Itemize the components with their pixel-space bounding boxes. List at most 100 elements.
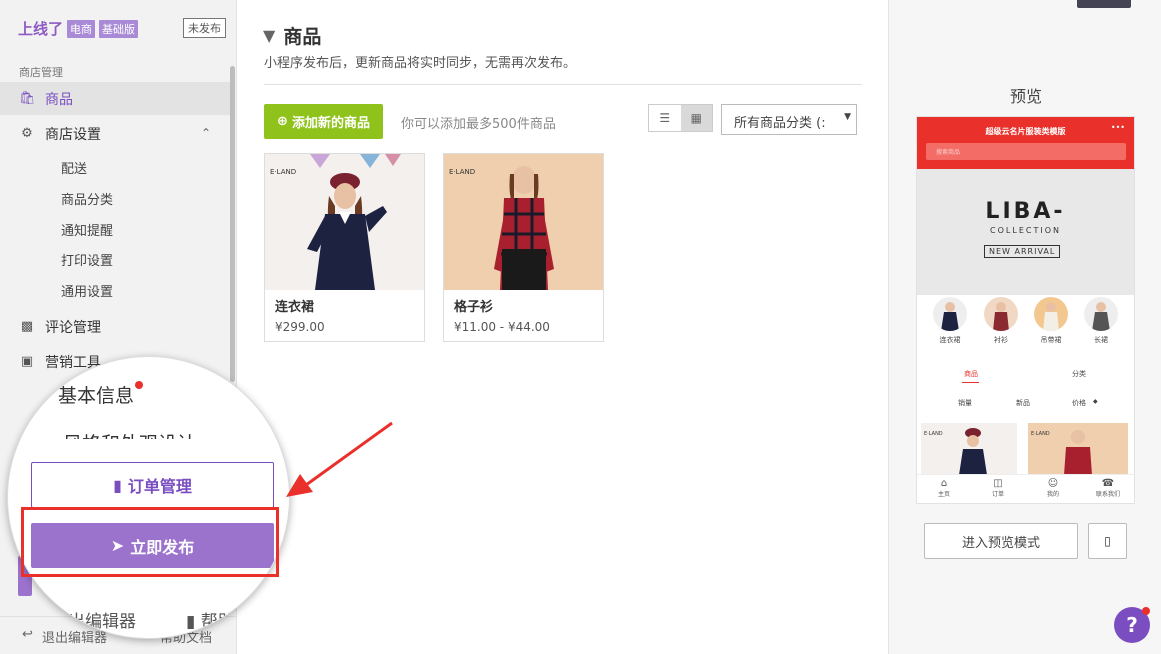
notification-dot bbox=[1142, 607, 1150, 615]
tag-icon: ▼ bbox=[263, 26, 276, 45]
category-select[interactable]: 所有商品分类 (: ▼ bbox=[721, 104, 857, 135]
divider bbox=[264, 84, 862, 85]
user-icon: ☺ bbox=[1047, 478, 1059, 489]
phone-icon: ☎ bbox=[1101, 478, 1115, 489]
phone-category-label: 长裙 bbox=[1094, 336, 1108, 344]
brand-name: 上线了 bbox=[18, 20, 64, 38]
basic-info-label: 基本信息 bbox=[58, 385, 135, 407]
brand-logo: E·LAND bbox=[449, 168, 476, 176]
phone-category: 吊带裙 bbox=[1031, 297, 1071, 345]
product-price: ¥299.00 bbox=[275, 320, 325, 334]
document-icon: ▮ bbox=[113, 475, 122, 495]
magnified-style-design[interactable]: 风格和外观设计 bbox=[63, 429, 196, 439]
phone-tab-label: 订单 bbox=[991, 491, 1004, 498]
phone-tabbar: ⌂ 主页 ◫ 订单 ☺ 我的 ☎ 联系我们 bbox=[917, 474, 1134, 503]
sidebar-subitem-categories[interactable]: 商品分类 bbox=[61, 189, 113, 208]
sort-icon: ◆ bbox=[1093, 398, 1098, 405]
sidebar-item-store-settings[interactable]: ⚙ 商店设置 bbox=[0, 117, 231, 150]
product-name: 格子衫 bbox=[454, 300, 494, 315]
phone-category-label: 连衣裙 bbox=[939, 336, 961, 344]
phone-tab-label: 联系我们 bbox=[1095, 491, 1120, 498]
logo: 上线了 电商 基础版 bbox=[18, 18, 139, 39]
sidebar-subitem-general[interactable]: 通用设置 bbox=[61, 281, 113, 300]
sidebar-item-label: 商店设置 bbox=[45, 126, 101, 143]
phone-sort-new: 新品 bbox=[1016, 399, 1030, 407]
comments-icon: ▩ bbox=[20, 318, 34, 334]
order-button-label: 订单管理 bbox=[127, 477, 192, 496]
magnified-exit-editor[interactable]: 退出编辑器 bbox=[51, 607, 136, 632]
view-toggle: ☰ ▦ bbox=[648, 104, 713, 132]
phone-categories: 连衣裙 衬衫 吊带裙 长裙 bbox=[917, 297, 1134, 357]
product-card[interactable]: E·LAND 格子衫 ¥11.00 - ¥44.00 bbox=[443, 153, 604, 342]
highlight-box bbox=[21, 507, 279, 577]
page-subtitle: 小程序发布后，更新商品将实时同步，无需再次发布。 bbox=[264, 56, 577, 71]
sidebar-scrollbar[interactable] bbox=[230, 66, 235, 382]
enter-preview-button[interactable]: 进入预览模式 bbox=[924, 523, 1078, 559]
phone-product-thumb: E·LAND bbox=[921, 423, 1017, 475]
product-card[interactable]: E·LAND 连衣裙 ¥299.00 bbox=[264, 153, 425, 342]
plan-tag: 电商 bbox=[67, 19, 96, 38]
phone-search-placeholder: 搜索商品 bbox=[936, 149, 961, 156]
product-image: E·LAND bbox=[265, 154, 424, 290]
category-select-value: 所有商品分类 (: bbox=[734, 116, 826, 131]
document-icon: ◫ bbox=[993, 478, 1003, 489]
plan-tag: 基础版 bbox=[99, 19, 139, 38]
list-view-icon[interactable]: ☰ bbox=[649, 105, 681, 131]
page-title-text: 商品 bbox=[283, 26, 322, 48]
chevron-up-icon[interactable]: ⌃ bbox=[201, 126, 211, 140]
plus-circle-icon: ⊕ bbox=[277, 114, 288, 129]
sidebar-subitem-delivery[interactable]: 配送 bbox=[61, 158, 87, 177]
phone-banner: LIBA- COLLECTION NEW ARRIVAL bbox=[917, 169, 1134, 295]
page-title: ▼ 商品 bbox=[263, 22, 321, 49]
sidebar-subitem-print[interactable]: 打印设置 bbox=[61, 250, 113, 269]
home-icon: ⌂ bbox=[940, 478, 948, 489]
phone-tab-home: ⌂ 主页 bbox=[924, 478, 964, 498]
phone-tab-label: 我的 bbox=[1046, 491, 1059, 498]
product-price: ¥11.00 - ¥44.00 bbox=[454, 320, 550, 334]
question-icon: ? bbox=[1126, 613, 1138, 637]
phone-category: 长裙 bbox=[1081, 297, 1121, 345]
main-content: ▼ 商品 小程序发布后，更新商品将实时同步，无需再次发布。 ⊕ 添加新的商品 你… bbox=[237, 0, 888, 654]
product-limit-hint: 你可以添加最多500件商品 bbox=[401, 117, 556, 132]
phone-tab-underline bbox=[962, 382, 979, 383]
phone-category: 衬衫 bbox=[981, 297, 1021, 345]
phone-category-label: 吊带裙 bbox=[1040, 336, 1062, 344]
phone-sort-sales: 销量 bbox=[958, 399, 972, 407]
sidebar-item-label: 商品 bbox=[45, 91, 73, 108]
magnifier-callout: 基本信息 风格和外观设计 ▮ 订单管理 ➤ 立即发布 退出编辑器 ▮ 帮助 bbox=[7, 356, 290, 639]
phone-search: 搜索商品 bbox=[926, 143, 1126, 160]
grid-view-icon[interactable]: ▦ bbox=[680, 105, 712, 131]
help-button[interactable]: ? bbox=[1114, 607, 1150, 643]
device-thumbnail[interactable] bbox=[1077, 0, 1131, 8]
caret-down-icon: ▼ bbox=[844, 112, 851, 122]
sidebar-item-label: 评论管理 bbox=[45, 319, 101, 336]
product-name: 连衣裙 bbox=[275, 300, 315, 315]
phone-tab-orders: ◫ 订单 bbox=[978, 478, 1018, 498]
brand-logo: E·LAND bbox=[270, 168, 297, 176]
phone-product-thumb: E·LAND bbox=[1028, 423, 1128, 475]
banner-tag: NEW ARRIVAL bbox=[984, 245, 1061, 258]
status-badge: 未发布 bbox=[183, 18, 226, 38]
phone-tab-me: ☺ 我的 bbox=[1033, 478, 1073, 498]
help-label: 帮助 bbox=[200, 612, 235, 632]
add-product-button[interactable]: ⊕ 添加新的商品 bbox=[264, 104, 383, 139]
sidebar-subitem-notifications[interactable]: 通知提醒 bbox=[61, 220, 113, 239]
gears-icon: ⚙ bbox=[21, 125, 33, 141]
product-image: E·LAND bbox=[444, 154, 603, 290]
magnified-help[interactable]: ▮ 帮助 bbox=[186, 607, 235, 632]
phone-header: 超级云名片服装类模版 ••• 搜索商品 bbox=[917, 117, 1134, 169]
notification-dot bbox=[135, 381, 144, 389]
magnified-basic-info[interactable]: 基本信息 bbox=[58, 381, 144, 408]
section-label: 商店管理 bbox=[19, 66, 63, 79]
order-management-button[interactable]: ▮ 订单管理 bbox=[31, 462, 274, 508]
phone-category: 连衣裙 bbox=[930, 297, 970, 345]
sidebar-item-comments[interactable]: ▩ 评论管理 bbox=[0, 310, 231, 343]
phone-preview[interactable]: 超级云名片服装类模版 ••• 搜索商品 LIBA- COLLECTION NEW… bbox=[916, 116, 1135, 504]
mobile-preview-button[interactable]: ▯ bbox=[1088, 523, 1127, 559]
phone-sort-price: 价格 bbox=[1072, 399, 1086, 407]
preview-title: 预览 bbox=[1010, 87, 1043, 106]
more-icon: ••• bbox=[1110, 123, 1125, 132]
exit-icon: ↩ bbox=[22, 627, 33, 642]
sidebar-item-products[interactable]: 🛍 商品 bbox=[0, 82, 231, 115]
preview-panel: 预览 超级云名片服装类模版 ••• 搜索商品 LIBA- COLLECTION … bbox=[888, 0, 1161, 654]
